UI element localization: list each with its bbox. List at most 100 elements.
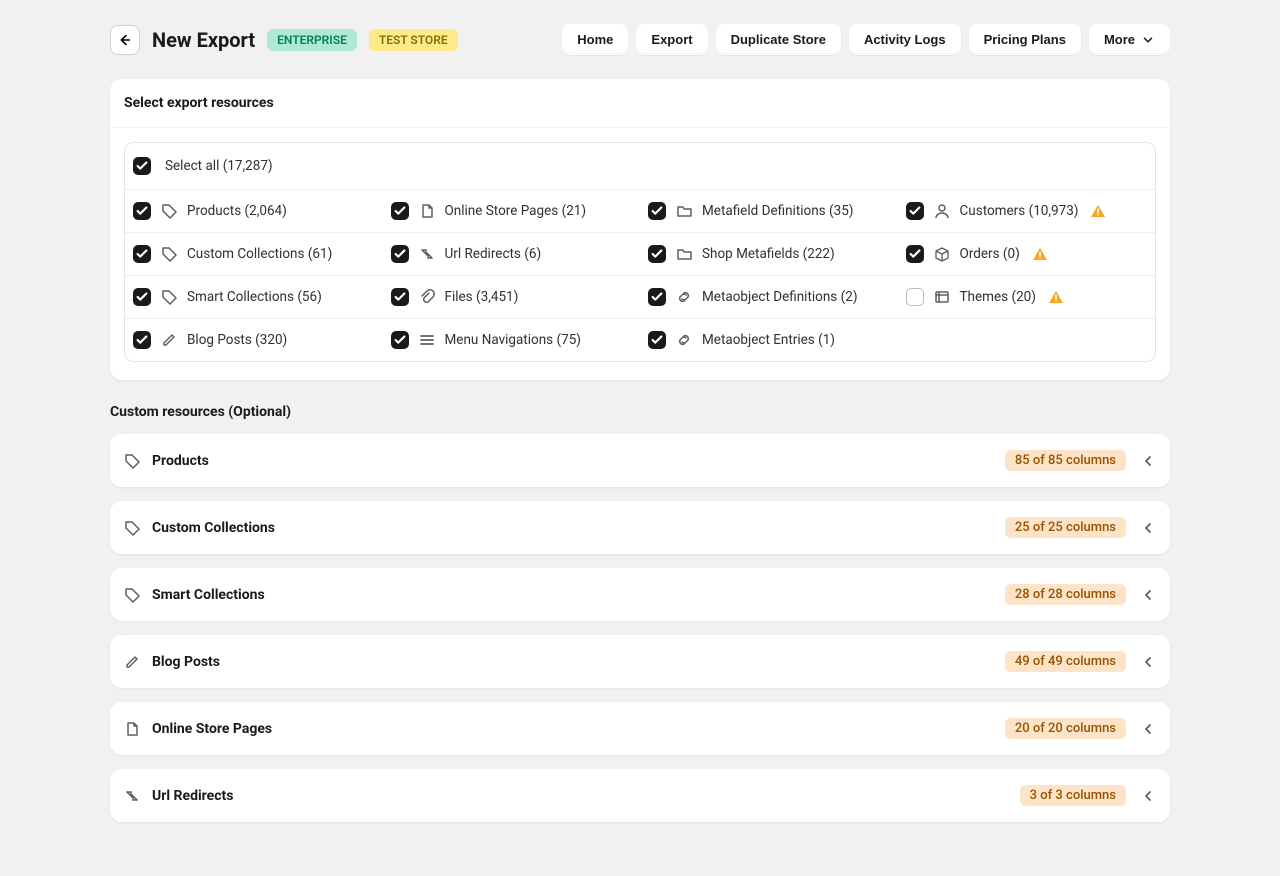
nav-pricing-plans[interactable]: Pricing Plans: [969, 24, 1081, 55]
user-icon: [934, 203, 950, 219]
page-header: New Export ENTERPRISE TEST STORE Home Ex…: [110, 12, 1170, 67]
attach-icon: [419, 289, 435, 305]
accordion-title: Url Redirects: [152, 788, 233, 804]
chevron-left-icon: [1140, 587, 1156, 603]
accordion-item[interactable]: Custom Collections 25 of 25 columns: [110, 501, 1170, 554]
resource-checkbox[interactable]: [133, 331, 151, 349]
resource-checkbox[interactable]: [648, 202, 666, 220]
nav-duplicate-store[interactable]: Duplicate Store: [716, 24, 841, 55]
resource-label: Smart Collections (56): [187, 289, 322, 305]
columns-badge: 28 of 28 columns: [1005, 584, 1126, 605]
resource-checkbox[interactable]: [391, 202, 409, 220]
resource-label: Orders (0): [960, 246, 1020, 262]
columns-badge: 3 of 3 columns: [1020, 785, 1126, 806]
nav-more[interactable]: More: [1089, 24, 1170, 55]
resource-label: Menu Navigations (75): [445, 332, 581, 348]
resource-label: Url Redirects (6): [445, 246, 542, 262]
resource-checkbox[interactable]: [648, 245, 666, 263]
menu-icon: [419, 332, 435, 348]
check-icon: [135, 159, 149, 173]
check-icon: [393, 204, 407, 218]
resource-checkbox[interactable]: [906, 245, 924, 263]
folder-icon: [676, 246, 692, 262]
resource-checkbox[interactable]: [133, 288, 151, 306]
enterprise-badge: ENTERPRISE: [267, 29, 357, 51]
check-icon: [908, 247, 922, 261]
nav-home[interactable]: Home: [562, 24, 628, 55]
box-icon: [934, 246, 950, 262]
columns-badge: 49 of 49 columns: [1005, 651, 1126, 672]
accordion-item[interactable]: Products85 of 85 columns: [110, 434, 1170, 487]
theme-icon: [934, 289, 950, 305]
resource-label: Custom Collections (61): [187, 246, 332, 262]
resource-cell[interactable]: Online Store Pages (21): [383, 190, 641, 232]
select-resources-title: Select export resources: [110, 79, 1170, 128]
redirect-icon: [124, 788, 140, 804]
columns-badge: 25 of 25 columns: [1005, 517, 1126, 538]
resource-cell[interactable]: Metafield Definitions (35): [640, 190, 898, 232]
resource-label: Blog Posts (320): [187, 332, 287, 348]
arrow-left-icon: [117, 31, 133, 49]
link-icon: [676, 332, 692, 348]
chevron-down-icon: [1141, 33, 1155, 47]
accordion-title: Custom Collections: [152, 520, 275, 536]
resource-cell[interactable]: Metaobject Entries (1): [640, 319, 898, 361]
check-icon: [650, 247, 664, 261]
resource-checkbox[interactable]: [391, 288, 409, 306]
resource-cell[interactable]: Smart Collections (56): [125, 276, 383, 318]
resource-label: Metafield Definitions (35): [702, 203, 854, 219]
select-all-row[interactable]: Select all (17,287): [125, 143, 1155, 190]
resource-cell[interactable]: Blog Posts (320): [125, 319, 383, 361]
accordion-title: Online Store Pages: [152, 721, 272, 737]
resource-cell[interactable]: Menu Navigations (75): [383, 319, 641, 361]
page-icon: [419, 203, 435, 219]
accordion-title: Smart Collections: [152, 587, 265, 603]
resource-cell[interactable]: Customers (10,973): [898, 190, 1156, 232]
select-resources-card: Select export resources Select all (17,2…: [110, 79, 1170, 380]
resource-cell[interactable]: Products (2,064): [125, 190, 383, 232]
accordion-item[interactable]: Smart Collections 28 of 28 columns: [110, 568, 1170, 621]
resources-grid: Select all (17,287) Products (2,064)Onli…: [124, 142, 1156, 362]
resource-checkbox[interactable]: [133, 202, 151, 220]
accordion-item[interactable]: Url Redirects 3 of 3 columns: [110, 769, 1170, 822]
resource-checkbox[interactable]: [648, 331, 666, 349]
nav-export[interactable]: Export: [636, 24, 707, 55]
warning-icon: [1032, 246, 1048, 262]
nav-activity-logs[interactable]: Activity Logs: [849, 24, 961, 55]
resource-cell[interactable]: Url Redirects (6): [383, 233, 641, 275]
columns-badge: 85 of 85 columns: [1005, 450, 1126, 471]
resource-cell[interactable]: Orders (0): [898, 233, 1156, 275]
warning-icon: [1048, 289, 1064, 305]
resource-checkbox[interactable]: [906, 202, 924, 220]
resource-cell[interactable]: Files (3,451): [383, 276, 641, 318]
tag-icon: [124, 453, 140, 469]
accordion-item[interactable]: Online Store Pages20 of 20 columns: [110, 702, 1170, 755]
check-icon: [393, 333, 407, 347]
resource-checkbox[interactable]: [391, 331, 409, 349]
select-all-label: Select all (17,287): [165, 158, 273, 174]
back-button[interactable]: [110, 25, 140, 55]
page-title: New Export: [152, 28, 255, 52]
tag-icon: [124, 520, 140, 536]
check-icon: [135, 333, 149, 347]
resource-checkbox[interactable]: [648, 288, 666, 306]
check-icon: [650, 290, 664, 304]
custom-resources-title: Custom resources (Optional): [110, 404, 1170, 420]
resource-cell[interactable]: Custom Collections (61): [125, 233, 383, 275]
edit-icon: [124, 654, 140, 670]
select-all-checkbox[interactable]: [133, 157, 151, 175]
resource-cell[interactable]: Metaobject Definitions (2): [640, 276, 898, 318]
accordion-item[interactable]: Blog Posts 49 of 49 columns: [110, 635, 1170, 688]
accordion-title: Blog Posts: [152, 654, 220, 670]
resource-checkbox[interactable]: [906, 288, 924, 306]
folder-icon: [676, 203, 692, 219]
resource-checkbox[interactable]: [133, 245, 151, 263]
page-icon: [124, 721, 140, 737]
resource-label: Shop Metafields (222): [702, 246, 835, 262]
check-icon: [393, 247, 407, 261]
resource-checkbox[interactable]: [391, 245, 409, 263]
chevron-left-icon: [1140, 788, 1156, 804]
resource-cell[interactable]: Shop Metafields (222): [640, 233, 898, 275]
resource-cell[interactable]: Themes (20): [898, 276, 1156, 318]
warning-icon: [1090, 203, 1106, 219]
